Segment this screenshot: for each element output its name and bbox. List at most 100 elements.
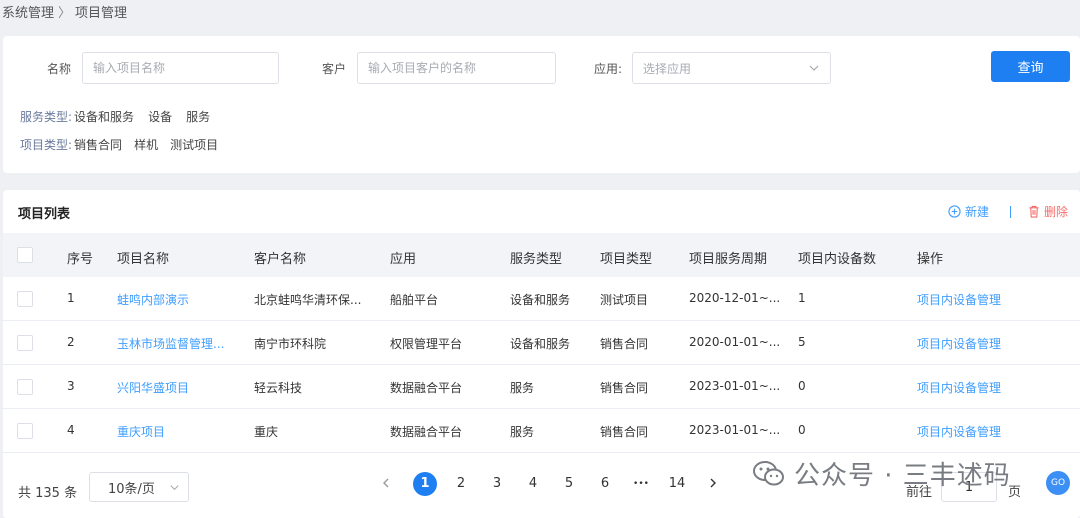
table-row: 1 蛙鸣内部演示 北京蛙鸣华清环保... 船舶平台 设备和服务 测试项目 202… [3,277,1080,321]
app-label: 应用: [594,62,623,76]
column-header: 客户名称 [254,252,307,267]
project-name-link[interactable]: 蛙鸣内部演示 [117,291,189,308]
customer-name-input[interactable] [357,52,556,84]
device-count: 1 [798,291,806,305]
project-type: 销售合同 [600,381,649,395]
breadcrumb-current: 项目管理 [75,6,128,21]
project-type-option[interactable]: 测试项目 [170,136,218,153]
customer-label: 客户 [322,62,347,76]
go-button[interactable]: GO [1046,471,1070,495]
page-number[interactable]: 14 [663,472,691,496]
page-number[interactable]: 5 [557,472,581,496]
manage-devices-link[interactable]: 项目内设备管理 [917,423,1001,440]
project-type-label: 项目类型: [20,138,73,152]
query-button[interactable]: 查询 [991,51,1070,82]
plus-circle-icon [948,205,961,218]
project-name-link[interactable]: 玉林市场监督管理... [117,335,224,352]
app-select-placeholder: 选择应用 [643,61,692,76]
toolbar-divider [1010,206,1011,218]
page-number[interactable]: 3 [485,472,509,496]
new-button-label: 新建 [965,205,990,219]
watermark-text: 公众号 · 三丰述码 [794,461,1011,491]
page-number[interactable]: 4 [521,472,545,496]
row-number: 3 [67,379,75,393]
service-type: 服务 [510,381,535,395]
column-header: 服务类型 [510,252,563,267]
column-header: 项目名称 [117,252,170,267]
app-select[interactable]: 选择应用 [632,52,831,84]
row-number: 1 [67,291,75,305]
customer-name: 南宁市环科院 [254,337,327,351]
project-name-input[interactable] [82,52,279,84]
app-name: 权限管理平台 [390,337,463,351]
manage-devices-link[interactable]: 项目内设备管理 [917,335,1001,352]
page-ellipsis[interactable]: ••• [629,472,653,496]
project-type-option[interactable]: 销售合同 [74,136,122,153]
wechat-icon [753,460,784,485]
delete-button-label: 删除 [1044,205,1069,219]
customer-name: 重庆 [254,425,279,439]
app-name: 数据融合平台 [390,425,463,439]
select-all-checkbox[interactable] [17,247,33,263]
column-header: 项目服务周期 [689,252,768,267]
page-number[interactable]: 6 [593,472,617,496]
manage-devices-link[interactable]: 项目内设备管理 [917,291,1001,308]
breadcrumb-root[interactable]: 系统管理 [2,2,54,22]
table-row: 3 兴阳华盛项目 轻云科技 数据融合平台 服务 销售合同 2023-01-01~… [3,365,1080,409]
breadcrumb-separator: 〉 [58,6,72,21]
service-type-option[interactable]: 设备和服务 [74,108,134,125]
app-name: 数据融合平台 [390,381,463,395]
column-header: 项目内设备数 [798,252,877,267]
project-type-option[interactable]: 样机 [134,136,158,153]
service-type-filter: 服务类型: 设备和服务 设备 服务 [20,108,210,125]
app-name: 船舶平台 [390,293,439,307]
service-type: 设备和服务 [510,337,571,351]
project-name-link[interactable]: 兴阳华盛项目 [117,379,189,396]
manage-devices-link[interactable]: 项目内设备管理 [917,379,1001,396]
project-type: 测试项目 [600,293,649,307]
page-number[interactable]: 2 [449,472,473,496]
row-number: 2 [67,335,75,349]
row-checkbox[interactable] [17,335,33,351]
service-type: 服务 [510,425,535,439]
row-number: 4 [67,423,75,437]
page-number[interactable]: 1 [413,472,437,496]
service-type-option[interactable]: 设备 [148,108,172,125]
breadcrumb: 系统管理 〉 项目管理 [2,2,127,22]
name-label: 名称 [47,62,72,76]
row-checkbox[interactable] [17,423,33,439]
chevron-down-icon [809,65,819,71]
service-period: 2023-01-01~... [689,379,781,393]
column-header: 项目类型 [600,252,653,267]
row-checkbox[interactable] [17,379,33,395]
page-size-select[interactable]: 10条/页 [89,472,189,502]
next-page-icon[interactable] [706,476,720,490]
project-type: 销售合同 [600,425,649,439]
page-size-value: 10条/页 [108,481,155,497]
project-name-link[interactable]: 重庆项目 [117,423,165,440]
list-title: 项目列表 [18,207,71,222]
device-count: 0 [798,379,806,393]
column-header: 操作 [917,252,944,267]
column-header: 序号 [67,252,94,267]
filter-panel: 名称 客户 应用: 选择应用 查询 服务类型: 设备和服务 设备 服务 项目类型… [3,36,1080,173]
service-type-option[interactable]: 服务 [186,108,210,125]
service-period: 2020-01-01~... [689,335,781,349]
table-row: 4 重庆项目 重庆 数据融合平台 服务 销售合同 2023-01-01~... … [3,409,1080,453]
total-count: 共 135 条 [18,486,78,501]
delete-button[interactable]: 删除 [1028,203,1068,220]
watermark: 公众号 · 三丰述码 [752,455,1011,492]
project-type-filter: 项目类型: 销售合同 样机 测试项目 [20,136,218,153]
chevron-down-icon [170,485,179,491]
customer-name: 轻云科技 [254,381,303,395]
project-type: 销售合同 [600,337,649,351]
row-checkbox[interactable] [17,291,33,307]
new-button[interactable]: 新建 [948,203,989,220]
customer-name: 北京蛙鸣华清环保... [254,293,362,307]
service-period: 2023-01-01~... [689,423,781,437]
table-header: 序号 项目名称 客户名称 应用 服务类型 项目类型 项目服务周期 项目内设备数 … [3,233,1080,277]
prev-page-icon[interactable] [379,476,393,490]
service-type-label: 服务类型: [20,110,73,124]
service-type: 设备和服务 [510,293,571,307]
table-row: 2 玉林市场监督管理... 南宁市环科院 权限管理平台 设备和服务 销售合同 2… [3,321,1080,365]
